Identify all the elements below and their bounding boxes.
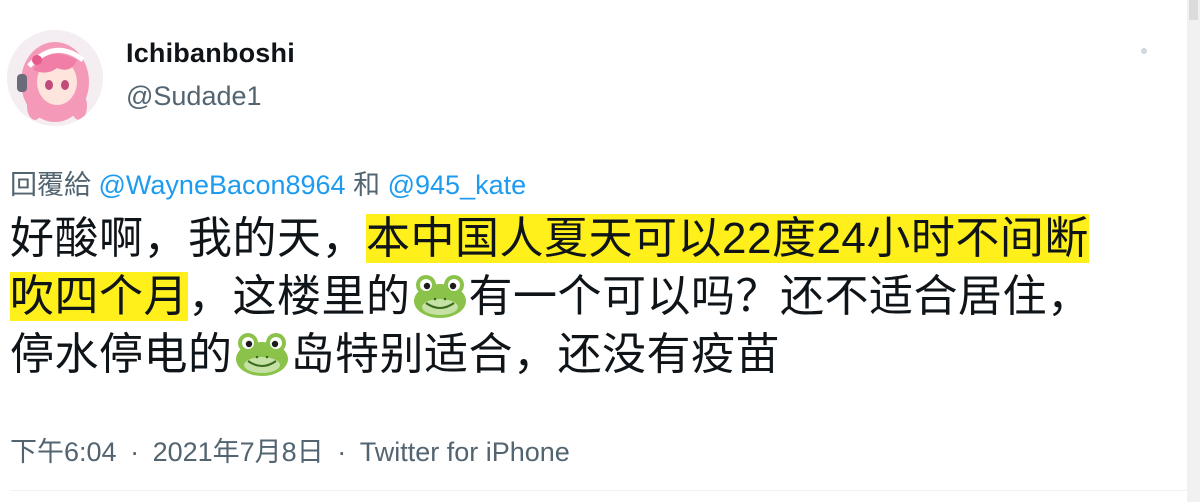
- reply-prefix: 回覆給: [10, 170, 91, 200]
- tweet-text-segment: 好酸啊，我的天，: [10, 214, 366, 263]
- meta-separator: ·: [130, 437, 140, 467]
- tweet-time[interactable]: 下午6:04: [10, 437, 117, 467]
- tweet-meta: 下午6:04 · 2021年7月8日 · Twitter for iPhone: [10, 430, 570, 469]
- highlighted-text: 吹四个月: [10, 272, 188, 321]
- scrollbar[interactable]: [1187, 0, 1200, 502]
- tweet-text-segment: ，这楼里的: [188, 272, 411, 321]
- tweet-date[interactable]: 2021年7月8日: [153, 437, 324, 467]
- meta-separator: ·: [337, 437, 347, 467]
- tweet-text-segment: 停水停电的: [10, 330, 233, 379]
- frog-face-icon: [234, 331, 290, 377]
- tweet-text-segment: 岛特别适合，还没有疫苗: [290, 330, 780, 379]
- tweet-line: 停水停电的 岛特别适合，还没有疫苗: [10, 326, 1180, 384]
- frog-face-icon: [412, 273, 468, 319]
- divider: [10, 490, 1187, 491]
- tweet-text-segment: 有一个可以吗？还不适合居住，: [468, 272, 1092, 321]
- avatar[interactable]: [7, 30, 103, 126]
- tweet-text: 好酸啊，我的天，本中国人夏天可以22度24小时不间断 吹四个月，这楼里的 有一个可…: [10, 210, 1180, 384]
- user-handle[interactable]: @Sudade1: [126, 81, 262, 112]
- reply-conjunction: 和: [353, 170, 381, 200]
- more-options-dot: [1141, 48, 1147, 54]
- tweet-card: Ichibanboshi @Sudade1 回覆給 @WayneBacon896…: [0, 0, 1200, 502]
- tweet-line: 好酸啊，我的天，本中国人夏天可以22度24小时不间断: [10, 210, 1180, 268]
- scrollbar-thumb[interactable]: [1189, 0, 1198, 20]
- reply-context: 回覆給 @WayneBacon8964 和 @945_kate: [10, 163, 526, 202]
- mention-link[interactable]: @945_kate: [388, 170, 527, 200]
- mention-link[interactable]: @WayneBacon8964: [99, 170, 346, 200]
- tweet-line: 吹四个月，这楼里的 有一个可以吗？还不适合居住，: [10, 268, 1180, 326]
- display-name[interactable]: Ichibanboshi: [126, 38, 295, 69]
- highlighted-text: 本中国人夏天可以22度24小时不间断: [366, 214, 1089, 263]
- tweet-source[interactable]: Twitter for iPhone: [360, 437, 570, 467]
- anime-avatar-icon: [7, 30, 103, 126]
